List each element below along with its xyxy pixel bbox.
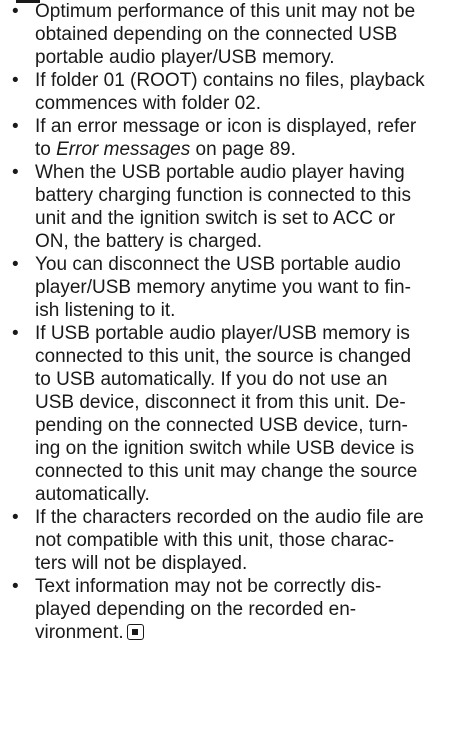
list-item-text-main: Text information may not be correctly di… [35, 576, 382, 643]
bullet: • [12, 323, 19, 344]
bullet: • [12, 507, 19, 528]
list-item: • If the characters recorded on the audi… [0, 506, 462, 575]
list-item: • If folder 01 (ROOT) contains no files,… [0, 69, 462, 115]
usb-notes-list: • Optimum performance of this unit may n… [0, 0, 462, 644]
bullet: • [12, 576, 19, 597]
list-item-text: If the characters recorded on the audio … [35, 507, 424, 574]
bullet: • [12, 116, 19, 137]
error-messages-reference: Error messages [56, 139, 191, 160]
list-item: • Text information may not be correctly … [0, 575, 462, 644]
list-item-text: You can disconnect the USB portable audi… [35, 254, 411, 321]
list-item-text: If USB portable audio player/USB memory … [35, 323, 418, 505]
list-item: • You can disconnect the USB portable au… [0, 253, 462, 322]
bullet: • [12, 1, 19, 22]
list-item-text: If an error message or icon is displayed… [35, 115, 458, 161]
bullet: • [12, 70, 19, 91]
list-item-text-after: on page 89. [190, 139, 296, 160]
list-item: • If USB portable audio player/USB memor… [0, 322, 462, 506]
list-item-text: Text information may not be correctly di… [35, 575, 458, 644]
bullet: • [12, 254, 19, 275]
list-item: • Optimum performance of this unit may n… [0, 0, 462, 69]
bullet: • [12, 162, 19, 183]
end-of-section-icon [126, 624, 144, 640]
list-item-text: If folder 01 (ROOT) contains no files, p… [35, 70, 425, 114]
list-item: • When the USB portable audio player hav… [0, 161, 462, 253]
list-item-text: When the USB portable audio player havin… [35, 162, 412, 252]
list-item-text: Optimum performance of this unit may not… [35, 1, 416, 68]
list-item: • If an error message or icon is display… [0, 115, 462, 161]
